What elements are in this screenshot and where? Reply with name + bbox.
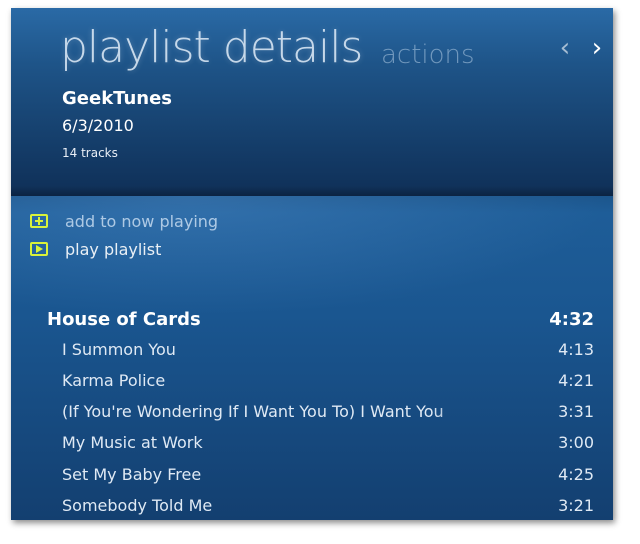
- add-to-now-playing-label: add to now playing: [65, 211, 219, 231]
- track-title: (If You're Wondering If I Want You To) I…: [62, 402, 444, 421]
- actions-tab[interactable]: actions: [381, 40, 475, 70]
- track-row-current[interactable]: House of Cards 4:32: [11, 309, 613, 335]
- track-title: My Music at Work: [62, 433, 203, 452]
- track-title: Somebody Told Me: [62, 496, 213, 515]
- track-duration: 4:25: [558, 465, 594, 484]
- add-icon: [30, 214, 48, 228]
- track-duration: 3:00: [558, 433, 594, 452]
- track-duration: 3:31: [558, 402, 594, 421]
- track-row[interactable]: Somebody Told Me 3:21: [11, 496, 613, 520]
- track-row[interactable]: I Summon You 4:13: [11, 340, 613, 366]
- track-count: 14 tracks: [62, 146, 118, 160]
- playlist-name: GeekTunes: [62, 88, 173, 109]
- track-row[interactable]: My Music at Work 3:00: [11, 433, 613, 459]
- track-row[interactable]: Karma Police 4:21: [11, 371, 613, 397]
- chevron-left-icon[interactable]: ‹: [555, 34, 575, 62]
- playlist-date: 6/3/2010: [62, 116, 134, 135]
- track-title: Set My Baby Free: [62, 465, 202, 484]
- add-to-now-playing-action[interactable]: add to now playing: [30, 210, 218, 232]
- play-playlist-label: play playlist: [65, 239, 162, 259]
- track-title: Karma Police: [62, 371, 166, 390]
- chevron-right-icon[interactable]: ›: [587, 34, 607, 62]
- media-center-window: playlist details actions ‹ › GeekTunes 6…: [11, 8, 613, 520]
- track-row[interactable]: Set My Baby Free 4:25: [11, 465, 613, 491]
- play-playlist-action[interactable]: play playlist: [30, 238, 161, 260]
- track-title: House of Cards: [47, 309, 201, 330]
- track-duration: 4:32: [549, 309, 594, 330]
- page-title: playlist details: [60, 22, 363, 73]
- track-title: I Summon You: [62, 340, 176, 359]
- track-duration: 3:21: [558, 496, 594, 515]
- play-icon: [30, 242, 48, 256]
- track-row[interactable]: (If You're Wondering If I Want You To) I…: [11, 402, 613, 428]
- track-duration: 4:13: [558, 340, 594, 359]
- track-duration: 4:21: [558, 371, 594, 390]
